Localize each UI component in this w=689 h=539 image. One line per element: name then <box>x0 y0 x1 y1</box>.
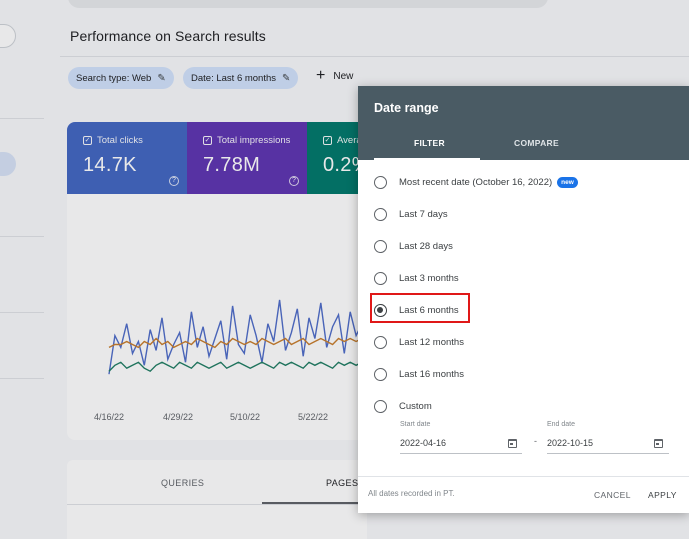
date-range-separator: - <box>534 436 537 446</box>
radio-button[interactable] <box>374 399 387 413</box>
dialog-header: Date range FILTER COMPARE <box>358 86 689 160</box>
selection-highlight-box <box>370 293 470 323</box>
option-last-12-months[interactable]: Last 12 months <box>374 332 464 352</box>
option-label: Custom <box>399 400 432 412</box>
end-date-input[interactable]: 2022-10-15 <box>547 438 593 448</box>
start-date-input[interactable]: 2022-04-16 <box>400 438 446 448</box>
end-date-underline <box>547 453 669 454</box>
start-date-underline <box>400 453 522 454</box>
tab-compare[interactable]: COMPARE <box>514 138 559 148</box>
cancel-button[interactable]: CANCEL <box>594 490 631 500</box>
option-label: Last 12 months <box>399 336 464 348</box>
dialog-footer-divider <box>358 476 689 477</box>
radio-button[interactable] <box>374 175 387 189</box>
option-label: Most recent date (October 16, 2022) <box>399 176 553 188</box>
tab-filter[interactable]: FILTER <box>414 138 445 148</box>
calendar-icon[interactable] <box>654 439 663 448</box>
radio-button[interactable] <box>374 239 387 253</box>
option-label: Last 7 days <box>399 208 448 220</box>
radio-button[interactable] <box>374 207 387 221</box>
radio-button[interactable] <box>374 335 387 349</box>
option-label: Last 16 months <box>399 368 464 380</box>
new-badge: new <box>557 176 578 188</box>
calendar-icon[interactable] <box>508 439 517 448</box>
option-custom[interactable]: Custom <box>374 396 432 416</box>
apply-button[interactable]: APPLY <box>648 490 677 500</box>
active-tab-indicator <box>374 158 480 160</box>
start-date-label: Start date <box>400 421 431 428</box>
end-date-label: End date <box>547 421 576 428</box>
option-last-16-months[interactable]: Last 16 months <box>374 364 464 384</box>
option-last-3-months[interactable]: Last 3 months <box>374 268 459 288</box>
radio-button[interactable] <box>374 367 387 381</box>
option-label: Last 28 days <box>399 240 453 252</box>
option-most-recent-date[interactable]: Most recent date (October 16, 2022) new <box>374 172 578 192</box>
option-last-7-days[interactable]: Last 7 days <box>374 204 448 224</box>
option-label: Last 3 months <box>399 272 459 284</box>
timezone-note: All dates recorded in PT. <box>368 489 455 498</box>
radio-button[interactable] <box>374 271 387 285</box>
dialog-title: Date range <box>374 101 439 115</box>
option-last-28-days[interactable]: Last 28 days <box>374 236 453 256</box>
